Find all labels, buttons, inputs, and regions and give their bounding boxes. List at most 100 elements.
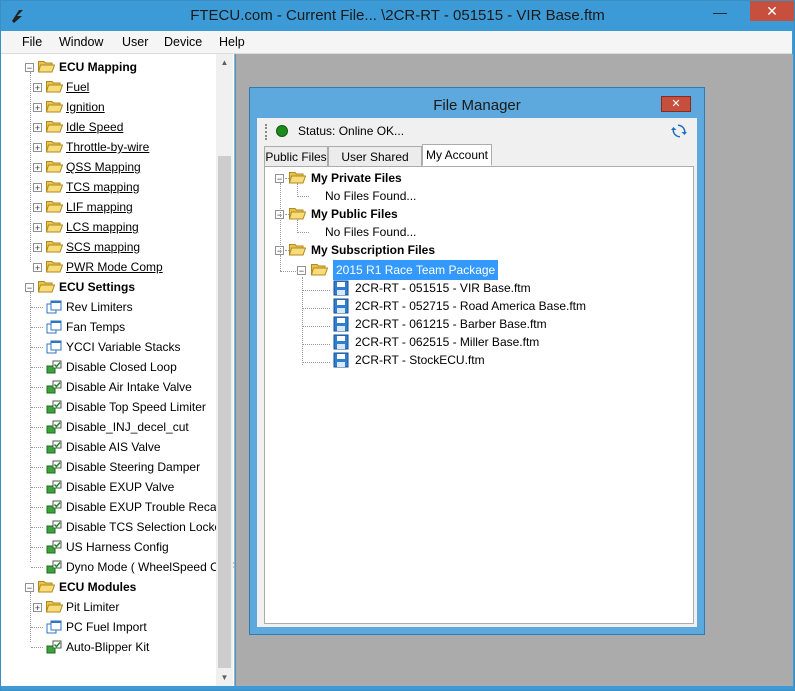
toggle-setting-icon xyxy=(46,560,62,574)
expand-toggle-icon[interactable]: + xyxy=(33,163,42,173)
menu-user[interactable]: User xyxy=(122,31,148,53)
expand-toggle-icon[interactable]: + xyxy=(33,203,42,213)
section-private-files[interactable]: − My Private Files xyxy=(265,168,685,188)
tree-item[interactable]: Disable_INJ_decel_cut xyxy=(1,417,216,437)
expand-toggle-icon[interactable]: + xyxy=(33,243,42,253)
expand-toggle-icon[interactable]: + xyxy=(33,83,42,93)
tree-item[interactable]: Auto-Blipper Kit xyxy=(1,637,216,657)
file-row[interactable]: 2CR-RT - 051515 - VIR Base.ftm xyxy=(265,278,685,298)
collapse-toggle-icon[interactable]: − xyxy=(275,174,284,184)
menu-help[interactable]: Help xyxy=(219,31,245,53)
expand-toggle-icon[interactable]: + xyxy=(33,143,42,153)
tree-item-label: Auto-Blipper Kit xyxy=(66,640,150,654)
expand-toggle-icon[interactable]: + xyxy=(33,103,42,113)
my-account-panel: − My Private Files No Files Found... − My Pu… xyxy=(264,166,694,624)
tree-item-label: Disable Air Intake Valve xyxy=(66,380,192,394)
tree-item[interactable]: YCCI Variable Stacks xyxy=(1,337,216,357)
file-name: 2CR-RT - 051515 - VIR Base.ftm xyxy=(355,281,531,295)
status-online-icon xyxy=(276,125,288,137)
toggle-setting-icon xyxy=(46,380,62,394)
tree-item[interactable]: + Pit Limiter xyxy=(1,597,216,617)
collapse-toggle-icon[interactable]: − xyxy=(25,583,34,593)
tree-item[interactable]: Disable EXUP Trouble Recall xyxy=(1,497,222,517)
tree-item[interactable]: + SCS mapping xyxy=(1,237,216,257)
tree-item[interactable]: Disable Steering Damper xyxy=(1,457,216,477)
folder-open-icon xyxy=(46,241,63,253)
collapse-toggle-icon[interactable]: − xyxy=(25,63,34,73)
tree-item[interactable]: Disable EXUP Valve xyxy=(1,477,216,497)
section-public-files[interactable]: − My Public Files xyxy=(265,204,685,224)
tree-item[interactable]: Fan Temps xyxy=(1,317,216,337)
toggle-setting-icon xyxy=(46,460,62,474)
package-node[interactable]: − 2015 R1 Race Team Package xyxy=(265,260,685,280)
tree-item[interactable]: Disable AIS Valve xyxy=(1,437,216,457)
tree-guide-line xyxy=(31,387,43,388)
tree-guide-line xyxy=(280,255,281,271)
file-row[interactable]: 2CR-RT - 052715 - Road America Base.ftm xyxy=(265,296,685,316)
tree-item[interactable]: Disable Top Speed Limiter xyxy=(1,397,216,417)
refresh-icon[interactable] xyxy=(671,123,687,139)
window-title: FTECU.com - Current File... \2CR-RT - 05… xyxy=(190,7,605,24)
tree-item[interactable]: Disable Closed Loop xyxy=(1,357,216,377)
tree-item[interactable]: + TCS mapping xyxy=(1,177,216,197)
title-bar[interactable]: FTECU.com - Current File... \2CR-RT - 05… xyxy=(1,1,794,31)
tree-item[interactable]: Rev Limiters xyxy=(1,297,216,317)
menu-window[interactable]: Window xyxy=(59,31,103,53)
collapse-toggle-icon[interactable]: − xyxy=(25,283,34,293)
tree-item[interactable]: + LIF mapping xyxy=(1,197,216,217)
file-name: 2CR-RT - StockECU.ftm xyxy=(355,353,485,367)
tree-item[interactable]: + PWR Mode Comp xyxy=(1,257,216,277)
tree-group-settings[interactable]: − ECU Settings xyxy=(1,277,216,297)
tree-group-modules[interactable]: − ECU Modules xyxy=(1,577,216,597)
ecu-tree[interactable]: − ECU Mapping + Fuel + Ignition + Idle Speed + Th… xyxy=(1,54,235,686)
expand-toggle-icon[interactable]: + xyxy=(33,223,42,233)
expand-toggle-icon[interactable]: + xyxy=(33,123,42,133)
tree-item[interactable]: + Throttle-by-wire xyxy=(1,137,216,157)
file-row[interactable]: 2CR-RT - 062515 - Miller Base.ftm xyxy=(265,332,685,352)
dialog-title: File Manager xyxy=(433,97,521,114)
scroll-down-arrow-icon[interactable]: ▼ xyxy=(216,669,233,686)
file-row[interactable]: 2CR-RT - 061215 - Barber Base.ftm xyxy=(265,314,685,334)
menu-device[interactable]: Device xyxy=(164,31,202,53)
empty-message[interactable]: No Files Found... xyxy=(265,186,685,206)
tree-scroll-thumb[interactable] xyxy=(218,156,231,668)
tree-item[interactable]: Disable TCS Selection Lockout xyxy=(1,517,231,537)
toolbar-grip[interactable] xyxy=(265,124,270,140)
empty-label: No Files Found... xyxy=(325,225,417,239)
menu-file[interactable]: File xyxy=(22,31,42,53)
file-row[interactable]: 2CR-RT - StockECU.ftm xyxy=(265,350,685,370)
tree-item[interactable]: Dyno Mode ( WheelSpeed OFF xyxy=(1,557,234,577)
tree-item-label: PWR Mode Comp xyxy=(66,260,163,274)
tree-item[interactable]: + Fuel xyxy=(1,77,216,97)
tree-item[interactable]: PC Fuel Import xyxy=(1,617,216,637)
tree-item[interactable]: Disable Air Intake Valve xyxy=(1,377,216,397)
tab-public-files[interactable]: Public Files xyxy=(264,146,328,166)
scroll-up-arrow-icon[interactable]: ▲ xyxy=(216,54,233,71)
tab-my-account[interactable]: My Account xyxy=(422,144,492,166)
tree-item[interactable]: US Harness Config xyxy=(1,537,216,557)
tab-user-shared-files[interactable]: User Shared Files xyxy=(328,146,422,184)
close-button[interactable]: ✕ xyxy=(750,1,794,21)
folder-open-icon xyxy=(289,244,306,256)
minimize-button[interactable]: — xyxy=(707,1,733,23)
dialog-close-button[interactable]: ✕ xyxy=(661,96,691,112)
expand-toggle-icon[interactable]: + xyxy=(33,263,42,273)
folder-open-icon xyxy=(46,121,63,133)
folder-open-icon xyxy=(46,221,63,233)
tree-item[interactable]: + LCS mapping xyxy=(1,217,216,237)
tree-group-label: ECU Modules xyxy=(59,580,137,594)
tree-guide-line xyxy=(302,362,330,363)
collapse-toggle-icon[interactable]: − xyxy=(297,266,306,276)
empty-message[interactable]: No Files Found... xyxy=(265,222,685,242)
tree-guide-line xyxy=(302,308,330,309)
menu-bar: File Window User Device Help xyxy=(1,31,792,54)
tree-group-mapping[interactable]: − ECU Mapping xyxy=(1,57,216,77)
tree-item-label: SCS mapping xyxy=(66,240,141,254)
section-subscription-files[interactable]: − My Subscription Files xyxy=(265,240,685,260)
tree-item[interactable]: + Idle Speed xyxy=(1,117,216,137)
tree-item[interactable]: + QSS Mapping xyxy=(1,157,216,177)
tree-guide-line xyxy=(297,183,298,197)
expand-toggle-icon[interactable]: + xyxy=(33,183,42,193)
tree-item[interactable]: + Ignition xyxy=(1,97,216,117)
expand-toggle-icon[interactable]: + xyxy=(33,603,42,613)
